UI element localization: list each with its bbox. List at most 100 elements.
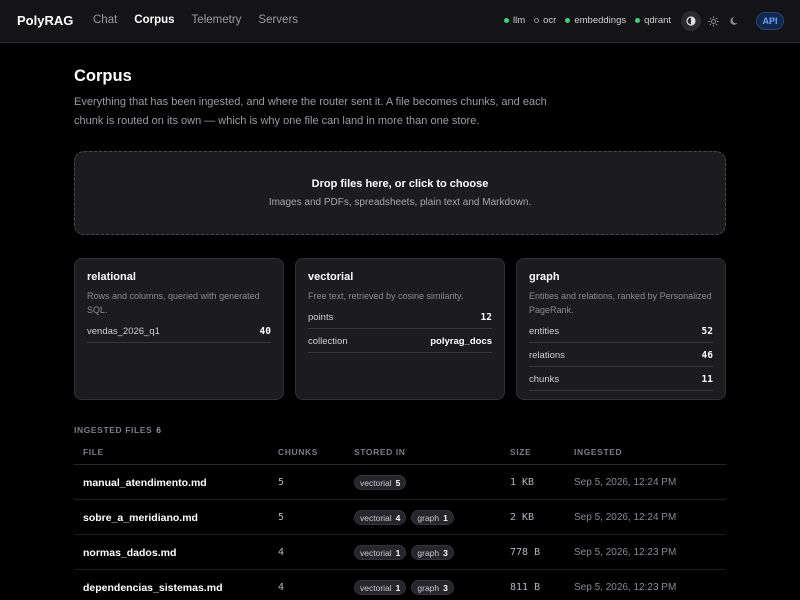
store-stat-row: collection polyrag_docs [308, 331, 492, 353]
ingested-time: Sep 5, 2026, 12:23 PM [574, 582, 677, 593]
tag-count: 3 [443, 582, 448, 593]
store-description: Entities and relations, ranked by Person… [529, 291, 712, 315]
tag-name: vectorial [360, 582, 392, 593]
stored-in-tags: vectorial 1 graph 3 [354, 535, 459, 570]
col-file[interactable]: FILE [83, 447, 104, 457]
file-size: 778 B [510, 547, 541, 558]
api-button[interactable]: API [756, 12, 784, 30]
status-dot-icon [534, 18, 540, 23]
tag-count: 5 [395, 477, 401, 488]
stored-in-tags: vectorial 4 graph 1 [354, 500, 459, 535]
file-size: 1 KB [510, 477, 535, 488]
col-chunks[interactable]: CHUNKS [278, 447, 318, 457]
tag-name: vectorial [360, 512, 392, 523]
sun-icon[interactable] [703, 11, 723, 31]
file-name: manual_atendimento.md [83, 476, 207, 489]
nav-chat[interactable]: Chat [93, 14, 117, 26]
stat-value: 11 [701, 374, 713, 385]
ingested-files-heading: INGESTED FILES 6 [74, 425, 162, 435]
col-stored-in[interactable]: STORED IN [354, 447, 406, 457]
store-stat-row: chunks 11 [529, 369, 713, 391]
tag-name: graph [417, 547, 440, 558]
file-size: 811 B [510, 582, 541, 593]
status-dot-icon [635, 18, 641, 23]
files-table-header: FILE CHUNKS STORED IN SIZE INGESTED [74, 441, 726, 465]
store-tag: vectorial 5 [354, 475, 407, 490]
status-label: ocr [543, 15, 557, 26]
store-tag: graph 1 [411, 510, 454, 525]
table-row[interactable]: dependencias_sistemas.md 4 vectorial 1 gr… [74, 570, 726, 600]
status-label: llm [513, 15, 526, 26]
top-navbar: PolyRAG Chat Corpus Telemetry Servers ll… [0, 0, 800, 43]
status-embeddings: embeddings [565, 15, 626, 26]
store-tag: vectorial 4 [354, 510, 407, 525]
store-stat-row: points 12 [308, 307, 492, 329]
moon-icon[interactable] [725, 11, 745, 31]
stat-value: 46 [701, 350, 713, 361]
file-dropzone[interactable]: Drop files here, or click to choose Imag… [74, 151, 726, 235]
nav-corpus[interactable]: Corpus [134, 14, 174, 26]
main-nav: Chat Corpus Telemetry Servers [93, 14, 298, 26]
store-stat-row: relations 46 [529, 345, 713, 367]
nav-servers[interactable]: Servers [258, 14, 298, 26]
stat-key: entities [529, 326, 560, 337]
store-tag: graph 3 [411, 545, 454, 560]
store-description: Free text, retrieved by cosine similarit… [308, 291, 464, 301]
status-dot-icon [504, 18, 509, 23]
stored-in-tags: vectorial 5 [354, 465, 411, 500]
store-title: graph [529, 271, 560, 283]
store-card-relational: relational Rows and columns, queried wit… [74, 258, 284, 400]
col-size[interactable]: SIZE [510, 447, 531, 457]
stat-value: 40 [259, 326, 271, 337]
store-tag: vectorial 1 [354, 580, 407, 595]
stat-key: relations [529, 350, 565, 361]
files-count: 6 [156, 425, 162, 435]
store-stat-row: entities 52 [529, 321, 713, 343]
file-size: 2 KB [510, 512, 535, 523]
tag-count: 1 [443, 512, 448, 523]
ingested-time: Sep 5, 2026, 12:24 PM [574, 512, 677, 523]
stored-in-tags: vectorial 1 graph 3 [354, 570, 459, 600]
col-ingested[interactable]: INGESTED [574, 447, 622, 457]
table-row[interactable]: manual_atendimento.md 5 vectorial 5 1 KB … [74, 465, 726, 500]
tag-name: graph [417, 512, 440, 523]
store-title: relational [87, 271, 136, 283]
store-tag: graph 3 [411, 580, 454, 595]
dropzone-title: Drop files here, or click to choose [311, 178, 489, 190]
table-row[interactable]: normas_dados.md 4 vectorial 1 graph 3 778 … [74, 535, 726, 570]
stat-key: collection [308, 336, 348, 347]
store-tag: vectorial 1 [354, 545, 407, 560]
status-label: qdrant [644, 15, 672, 26]
chunk-count: 4 [278, 547, 285, 558]
nav-telemetry[interactable]: Telemetry [192, 14, 242, 26]
contrast-icon[interactable] [681, 11, 701, 31]
stat-value: 12 [480, 312, 492, 323]
page-description: Everything that has been ingested, and w… [74, 96, 547, 127]
ingested-time: Sep 5, 2026, 12:24 PM [574, 477, 677, 488]
store-card-graph: graph Entities and relations, ranked by … [516, 258, 726, 400]
stat-key: points [308, 312, 334, 323]
status-label: embeddings [574, 15, 627, 26]
tag-count: 4 [395, 512, 401, 523]
file-name: sobre_a_meridiano.md [83, 511, 198, 524]
tag-count: 1 [395, 582, 401, 593]
tag-count: 3 [443, 547, 448, 558]
status-dot-icon [565, 18, 571, 23]
store-card-vectorial: vectorial Free text, retrieved by cosine… [295, 258, 505, 400]
tag-count: 1 [395, 547, 401, 558]
chunk-count: 5 [278, 477, 285, 488]
tag-name: vectorial [360, 477, 392, 488]
file-name: dependencias_sistemas.md [83, 581, 223, 594]
ingested-time: Sep 5, 2026, 12:23 PM [574, 547, 677, 558]
theme-switcher [681, 11, 745, 31]
stat-key: chunks [529, 374, 560, 385]
section-label-text: INGESTED FILES [74, 425, 153, 435]
store-description: Rows and columns, queried with generated… [87, 291, 260, 315]
store-title: vectorial [308, 271, 354, 283]
status-ocr: ocr [534, 15, 556, 26]
brand-logo[interactable]: PolyRAG [17, 13, 73, 28]
tag-name: graph [417, 582, 440, 593]
dropzone-subtitle: Images and PDFs, spreadsheets, plain tex… [268, 197, 532, 208]
status-qdrant: qdrant [635, 15, 671, 26]
table-row[interactable]: sobre_a_meridiano.md 5 vectorial 4 graph 1… [74, 500, 726, 535]
